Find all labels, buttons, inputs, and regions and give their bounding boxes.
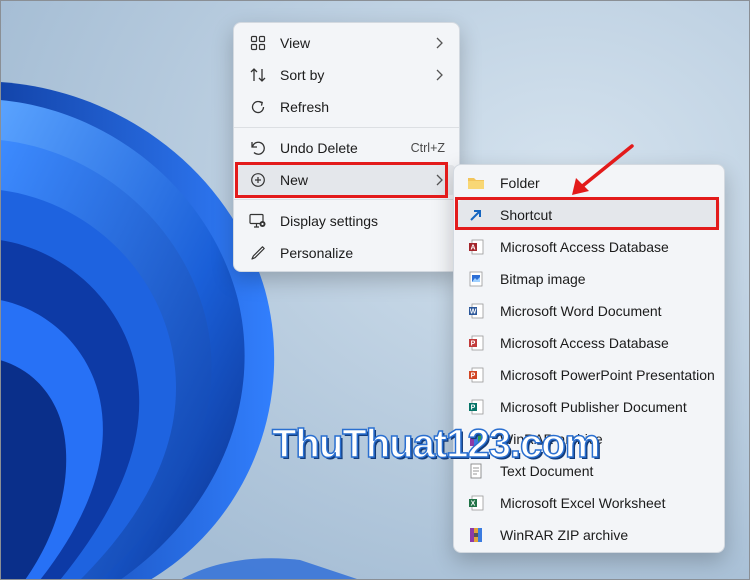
submenu-item-label: Microsoft Access Database [500,239,669,255]
svg-text:P: P [471,405,476,412]
submenu-item-label: Microsoft PowerPoint Presentation [500,367,715,383]
desktop-context-menu: View Sort by Refresh Undo Delete Ctrl+Z … [233,22,460,272]
submenu-item-label: Folder [500,175,540,191]
svg-text:A: A [470,245,475,252]
submenu-item-winrar-archive[interactable]: WinRAR archive [458,424,720,454]
winrar-icon [466,429,486,449]
menu-item-label: View [280,35,311,51]
menu-item-display-settings[interactable]: Display settings [238,206,455,236]
svg-text:P: P [471,341,476,348]
menu-item-label: Display settings [280,213,379,229]
submenu-item-label: Microsoft Word Document [500,303,662,319]
submenu-item-label: Microsoft Access Database [500,335,669,351]
menu-item-view[interactable]: View [238,28,455,58]
grid-view-icon [248,33,268,53]
menu-item-undo-delete[interactable]: Undo Delete Ctrl+Z [238,133,455,163]
menu-separator [234,199,459,200]
submenu-item-access-database-2[interactable]: P Microsoft Access Database [458,328,720,358]
svg-text:P: P [471,373,476,380]
menu-item-label: Undo Delete [280,140,358,156]
submenu-item-label: WinRAR ZIP archive [500,527,629,543]
publisher-icon: P [466,397,486,417]
submenu-item-text-document[interactable]: Text Document [458,456,720,486]
submenu-item-label: WinRAR archive [500,431,603,447]
winrar-zip-icon [466,525,486,545]
excel-icon: X [466,493,486,513]
display-settings-icon [248,211,268,231]
submenu-item-label: Microsoft Excel Worksheet [500,495,666,511]
menu-item-personalize[interactable]: Personalize [238,238,455,268]
menu-item-refresh[interactable]: Refresh [238,92,455,122]
submenu-item-label: Microsoft Publisher Document [500,399,687,415]
submenu-item-access-database[interactable]: A Microsoft Access Database [458,232,720,262]
menu-item-label: Personalize [280,245,354,261]
chevron-right-icon [433,69,445,81]
svg-text:X: X [471,501,476,508]
sort-arrows-icon [248,65,268,85]
word-icon: W [466,301,486,321]
menu-separator [234,127,459,128]
submenu-item-powerpoint[interactable]: P Microsoft PowerPoint Presentation [458,360,720,390]
annotation-box-new [235,162,448,198]
text-document-icon [466,461,486,481]
submenu-item-winrar-zip[interactable]: WinRAR ZIP archive [458,520,720,550]
annotation-box-shortcut [455,197,719,230]
submenu-item-word-document[interactable]: W Microsoft Word Document [458,296,720,326]
menu-item-label: Sort by [280,67,325,83]
keyboard-shortcut: Ctrl+Z [410,141,445,155]
menu-item-sort-by[interactable]: Sort by [238,60,455,90]
annotation-arrow [572,144,634,195]
submenu-item-excel-worksheet[interactable]: X Microsoft Excel Worksheet [458,488,720,518]
access-icon: P [466,333,486,353]
undo-icon [248,138,268,158]
submenu-item-label: Bitmap image [500,271,586,287]
submenu-item-publisher[interactable]: P Microsoft Publisher Document [458,392,720,422]
refresh-icon [248,97,268,117]
powerpoint-icon: P [466,365,486,385]
svg-text:W: W [470,309,477,316]
chevron-right-icon [433,37,445,49]
access-icon: A [466,237,486,257]
bitmap-icon [466,269,486,289]
menu-item-label: Refresh [280,99,330,115]
submenu-item-bitmap-image[interactable]: Bitmap image [458,264,720,294]
pen-icon [248,243,268,263]
folder-icon [466,173,486,193]
submenu-item-label: Text Document [500,463,594,479]
